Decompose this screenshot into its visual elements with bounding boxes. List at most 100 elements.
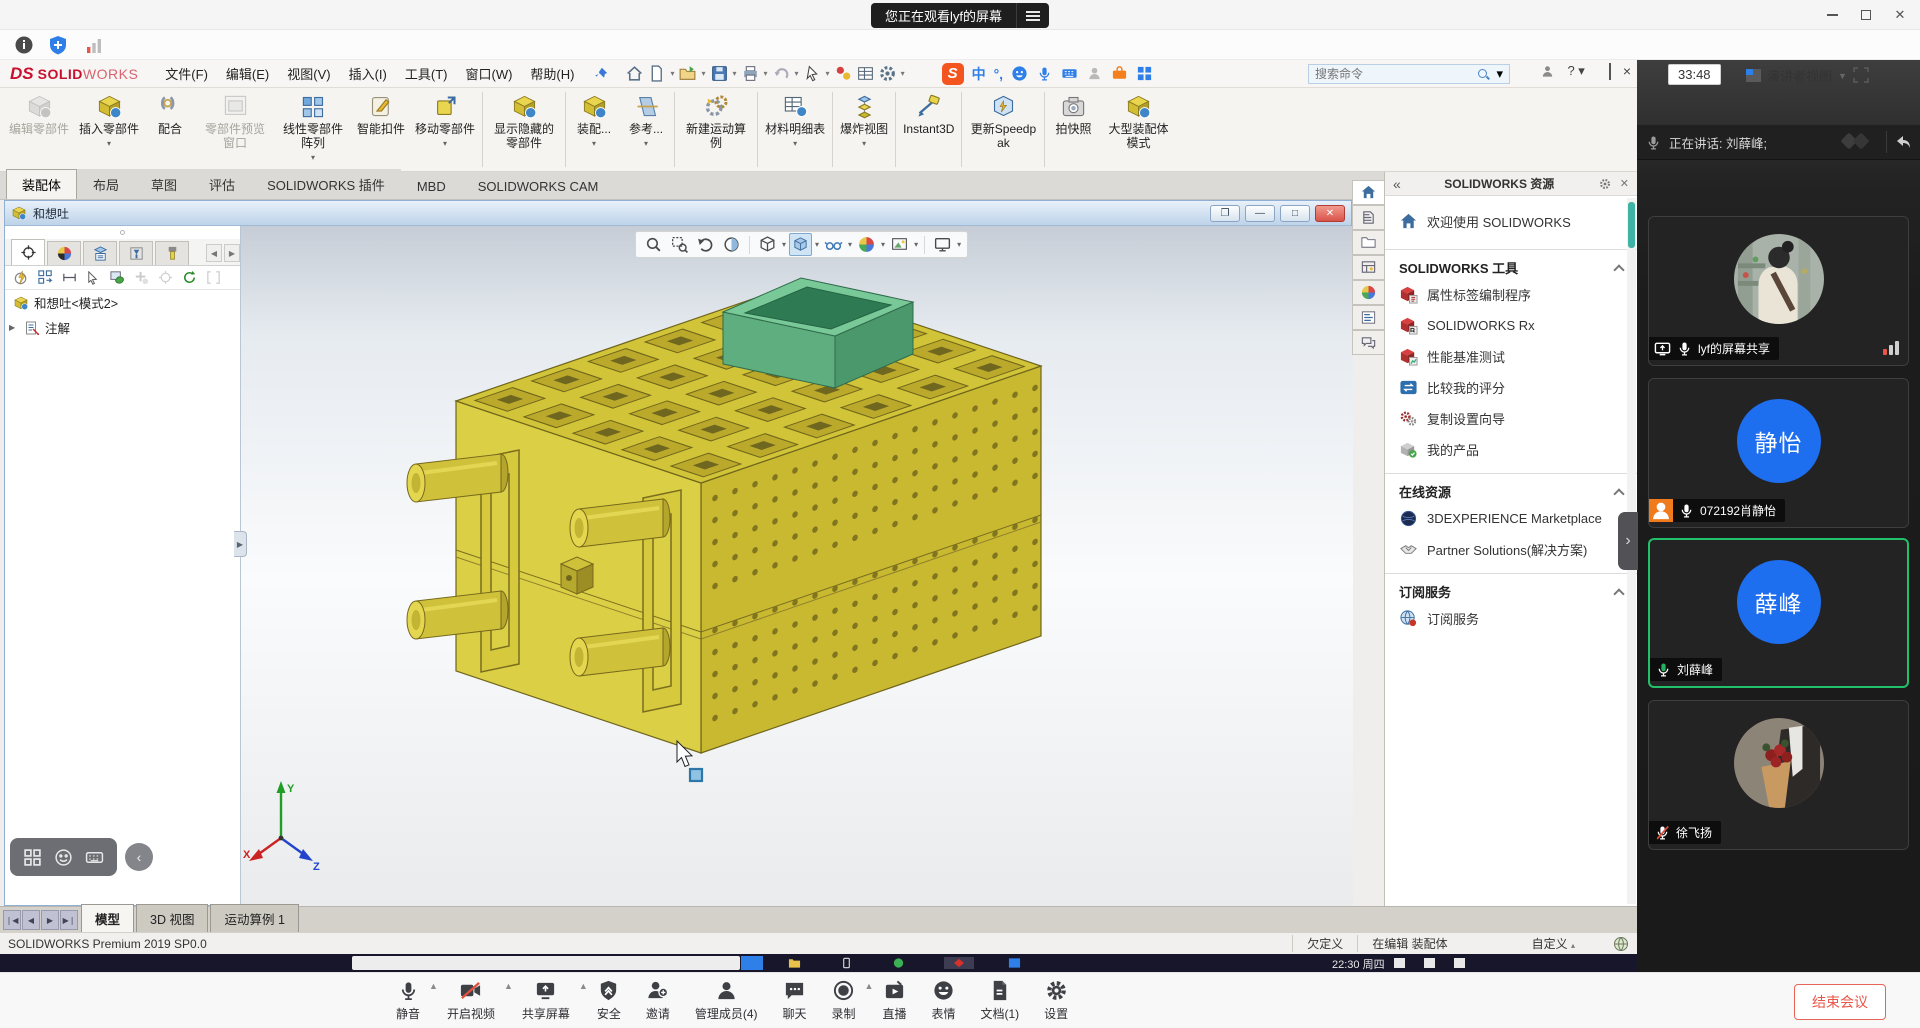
punctuation-icon[interactable]: °, [994,66,1004,82]
manage-members-button[interactable]: 管理成员(4) [695,979,758,1022]
search-icon[interactable] [1477,68,1490,81]
tray-icon[interactable] [1424,958,1435,968]
home-icon[interactable] [625,64,644,83]
configurationmanager-tab[interactable] [119,241,153,265]
tab-evaluate[interactable]: 评估 [193,169,251,199]
print-icon[interactable] [741,64,760,83]
expand-icon[interactable]: ▶ [9,323,19,332]
tray-icon[interactable] [1454,958,1465,968]
apps-grid-icon[interactable] [1136,65,1153,82]
tab-nav-last-icon[interactable]: ▶❘ [60,910,78,930]
select-arrow-icon[interactable] [85,269,102,286]
sw-close-icon[interactable]: × [1623,63,1631,79]
apply-scene-icon[interactable] [888,233,911,256]
menu-window[interactable]: 窗口(W) [456,64,521,83]
meeting-info-icon[interactable] [14,35,34,55]
welcome-item[interactable]: 欢迎使用 SOLIDWORKS [1385,196,1637,241]
user-icon[interactable] [1086,65,1103,82]
end-meeting-button[interactable]: 结束会议 [1794,984,1886,1020]
3d-model-scene[interactable]: Y X Z [241,226,1353,906]
menu-edit[interactable]: 编辑(E) [217,64,278,83]
interference-check-icon[interactable] [834,64,853,83]
taskbar-active-app-icon[interactable] [944,957,974,969]
tab-appearances[interactable] [1352,280,1384,305]
menu-view[interactable]: 视图(V) [278,64,339,83]
undo-icon[interactable] [772,64,791,83]
doc-cascade-icon[interactable]: ❐ [1210,205,1240,222]
smart-fasteners-button[interactable]: 智能扣件 [352,88,410,171]
tab-sw-resources[interactable] [1352,180,1384,205]
tab-mbd[interactable]: MBD [401,173,462,199]
ime-grid-icon[interactable] [23,848,42,867]
close-button[interactable]: ✕ [1888,5,1912,25]
ime-collapse-icon[interactable]: ‹ [125,843,153,871]
taskbar-search-box[interactable] [352,956,740,970]
toolbox-icon[interactable] [1111,65,1128,82]
share-banner-menu-icon[interactable] [1017,3,1049,28]
share-options-icon[interactable]: ▲ [579,973,588,991]
drag-hand-icon[interactable] [109,269,126,286]
tab-view-palette[interactable] [1352,255,1384,280]
pin-pane-icon[interactable]: ✕ [1620,177,1629,190]
sw-restore-icon[interactable] [1609,64,1611,79]
zoom-fit-icon[interactable] [642,233,665,256]
video-options-icon[interactable]: ▲ [504,973,513,991]
instant3d-button[interactable]: Instant3D [898,88,959,171]
panel-grip[interactable] [5,226,240,239]
reference-geometry-button[interactable]: 参考...▾ [620,88,672,171]
take-snapshot-button[interactable]: 拍快照 [1047,88,1099,171]
show-hidden-components-button[interactable]: 显示隐藏的零部件 [485,88,563,171]
menu-tools[interactable]: 工具(T) [396,64,457,83]
hide-show-items-icon[interactable] [822,233,845,256]
maximize-button[interactable] [1854,5,1878,25]
brackets-icon[interactable] [205,269,222,286]
item-solidworks-rx[interactable]: SOLIDWORKS Rx [1385,310,1637,341]
item-my-products[interactable]: 我的产品 [1385,434,1637,465]
tray-icon[interactable] [1394,958,1405,968]
item-compare-score[interactable]: 比较我的评分 [1385,372,1637,403]
tab-nav-next-icon[interactable]: ▶ [41,910,59,930]
tab-model[interactable]: 模型 [81,904,134,932]
tree-item-assembly[interactable]: 和想吐<模式2> [5,290,240,315]
menu-insert[interactable]: 插入(I) [340,64,396,83]
ime-emoji-icon[interactable] [54,848,73,867]
section-view-icon[interactable] [720,233,743,256]
item-copy-settings-wizard[interactable]: 复制设置向导 [1385,403,1637,434]
exploded-view-button[interactable]: 爆炸视图▾ [835,88,893,171]
new-motion-study-button[interactable]: 新建运动算例 [677,88,755,171]
item-property-tab-builder[interactable]: 属性标签编制程序 [1385,279,1637,310]
edit-appearance-icon[interactable] [855,233,878,256]
gear-icon[interactable] [1598,177,1612,191]
bill-of-materials-button[interactable]: 材料明细表▾ [760,88,830,171]
display-style-icon[interactable] [789,233,812,256]
keyboard-icon[interactable] [1061,65,1078,82]
live-button[interactable]: 直播 [882,979,906,1022]
displaymanager-tab[interactable] [47,241,81,265]
emoji-icon[interactable] [1011,65,1028,82]
add-display-state-icon[interactable] [133,269,150,286]
propertymanager-tab[interactable] [83,241,117,265]
insert-component-button[interactable]: 插入零部件▾ [74,88,144,171]
item-subscription-services[interactable]: 订阅服务 [1385,603,1637,634]
tab-sketch[interactable]: 草图 [135,169,193,199]
edit-component-button[interactable]: 编辑零部件 [4,88,74,171]
tab-file-explorer[interactable] [1352,230,1384,255]
tab-3d-views[interactable]: 3D 视图 [136,904,208,932]
section-subscription[interactable]: 订阅服务 [1385,573,1637,603]
mute-options-icon[interactable]: ▲ [429,973,438,991]
view-mode-button[interactable]: 演讲者视图 ▼ [1742,64,1851,87]
tab-forum[interactable] [1352,330,1384,355]
search-input[interactable] [1315,67,1471,81]
refresh-icon[interactable] [181,269,198,286]
update-speedpak-button[interactable]: 更新Speedpak [964,88,1042,171]
taskbar-wechat-icon[interactable] [892,957,905,969]
back-arrow-icon[interactable] [1894,134,1912,150]
mate-button[interactable]: 配合 [144,88,196,171]
section-sw-tools[interactable]: SOLIDWORKS 工具 [1385,249,1637,279]
chinese-mode-icon[interactable]: 中 [972,64,986,84]
chat-button[interactable]: 聊天 [783,979,807,1022]
sogou-logo-icon[interactable]: S [942,63,964,85]
tabs-scroll-left-icon[interactable]: ◀ [206,244,222,262]
options-gear-icon[interactable] [878,64,897,83]
item-performance-benchmark[interactable]: 性能基准测试 [1385,341,1637,372]
